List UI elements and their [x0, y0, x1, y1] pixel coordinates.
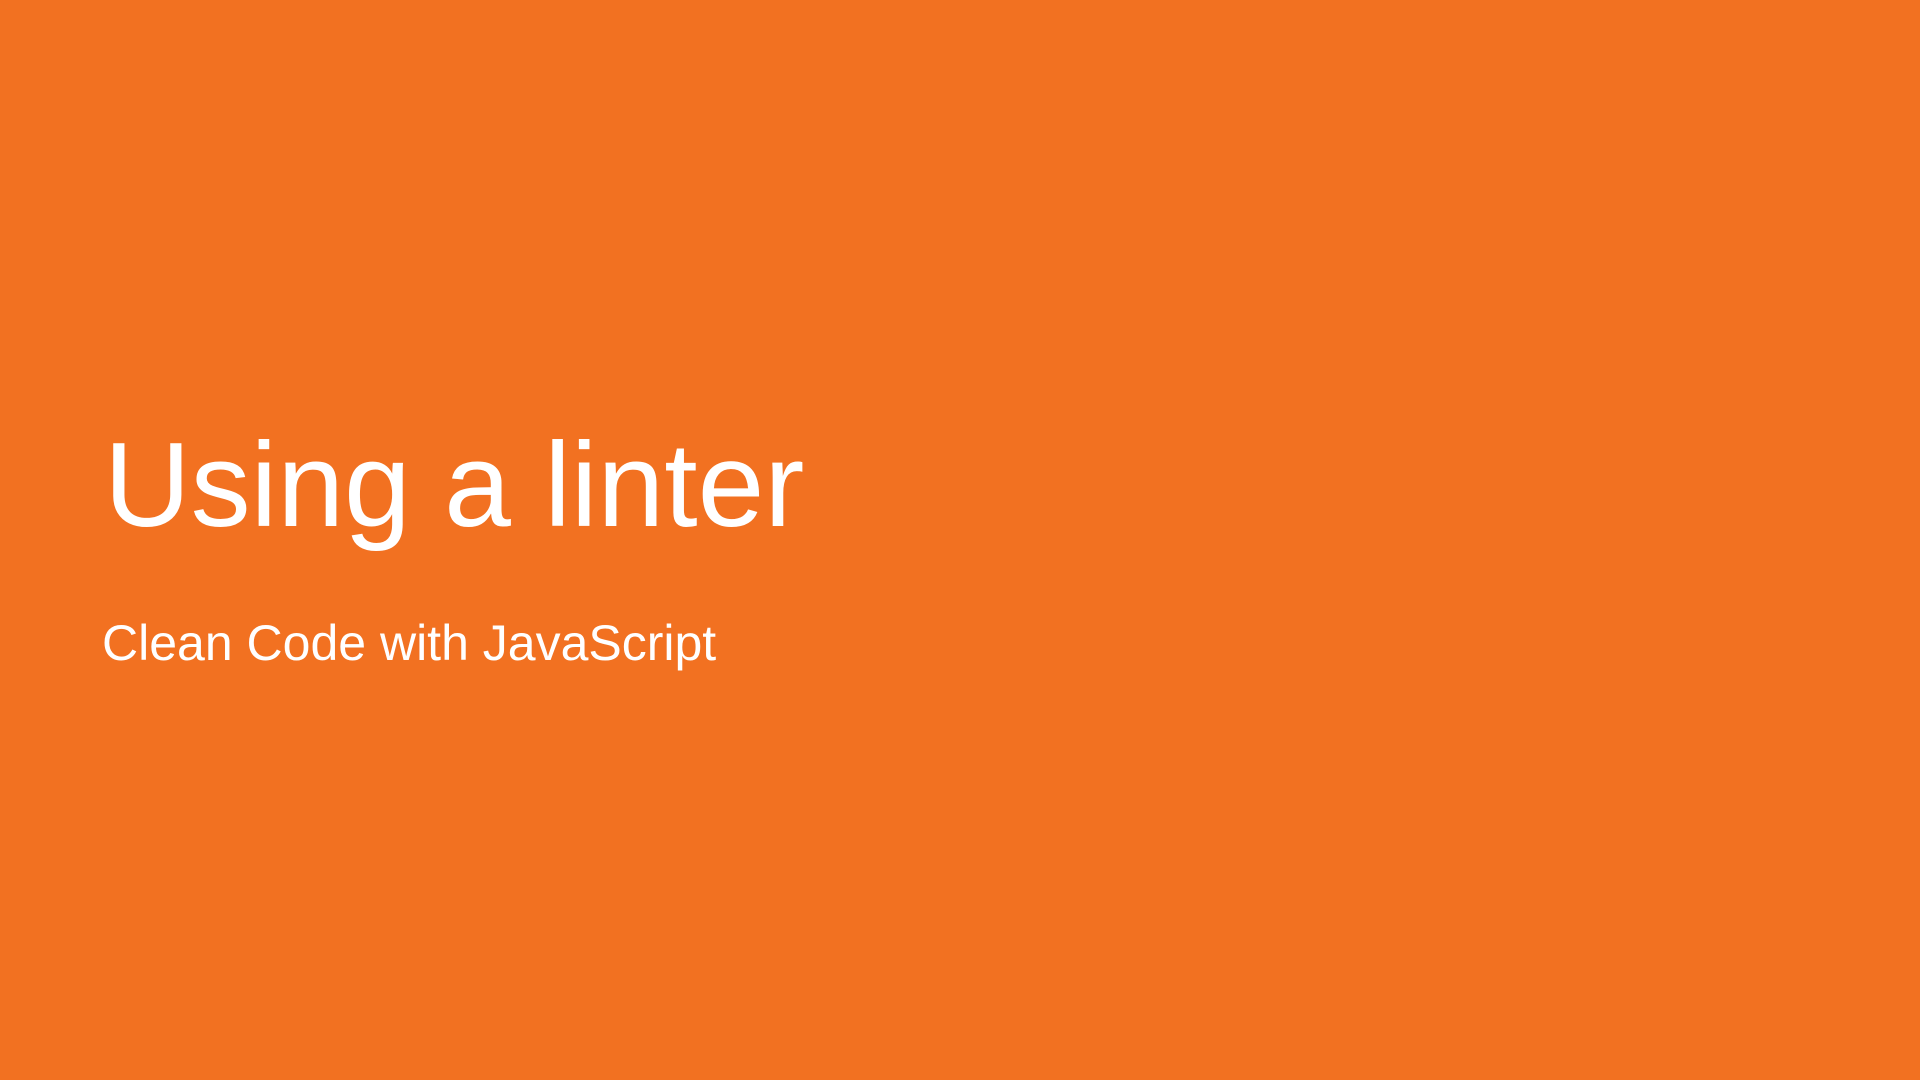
slide-subtitle: Clean Code with JavaScript [102, 615, 717, 671]
slide-title: Using a linter [104, 418, 805, 552]
title-slide: Using a linter Clean Code with JavaScrip… [0, 0, 1920, 1080]
